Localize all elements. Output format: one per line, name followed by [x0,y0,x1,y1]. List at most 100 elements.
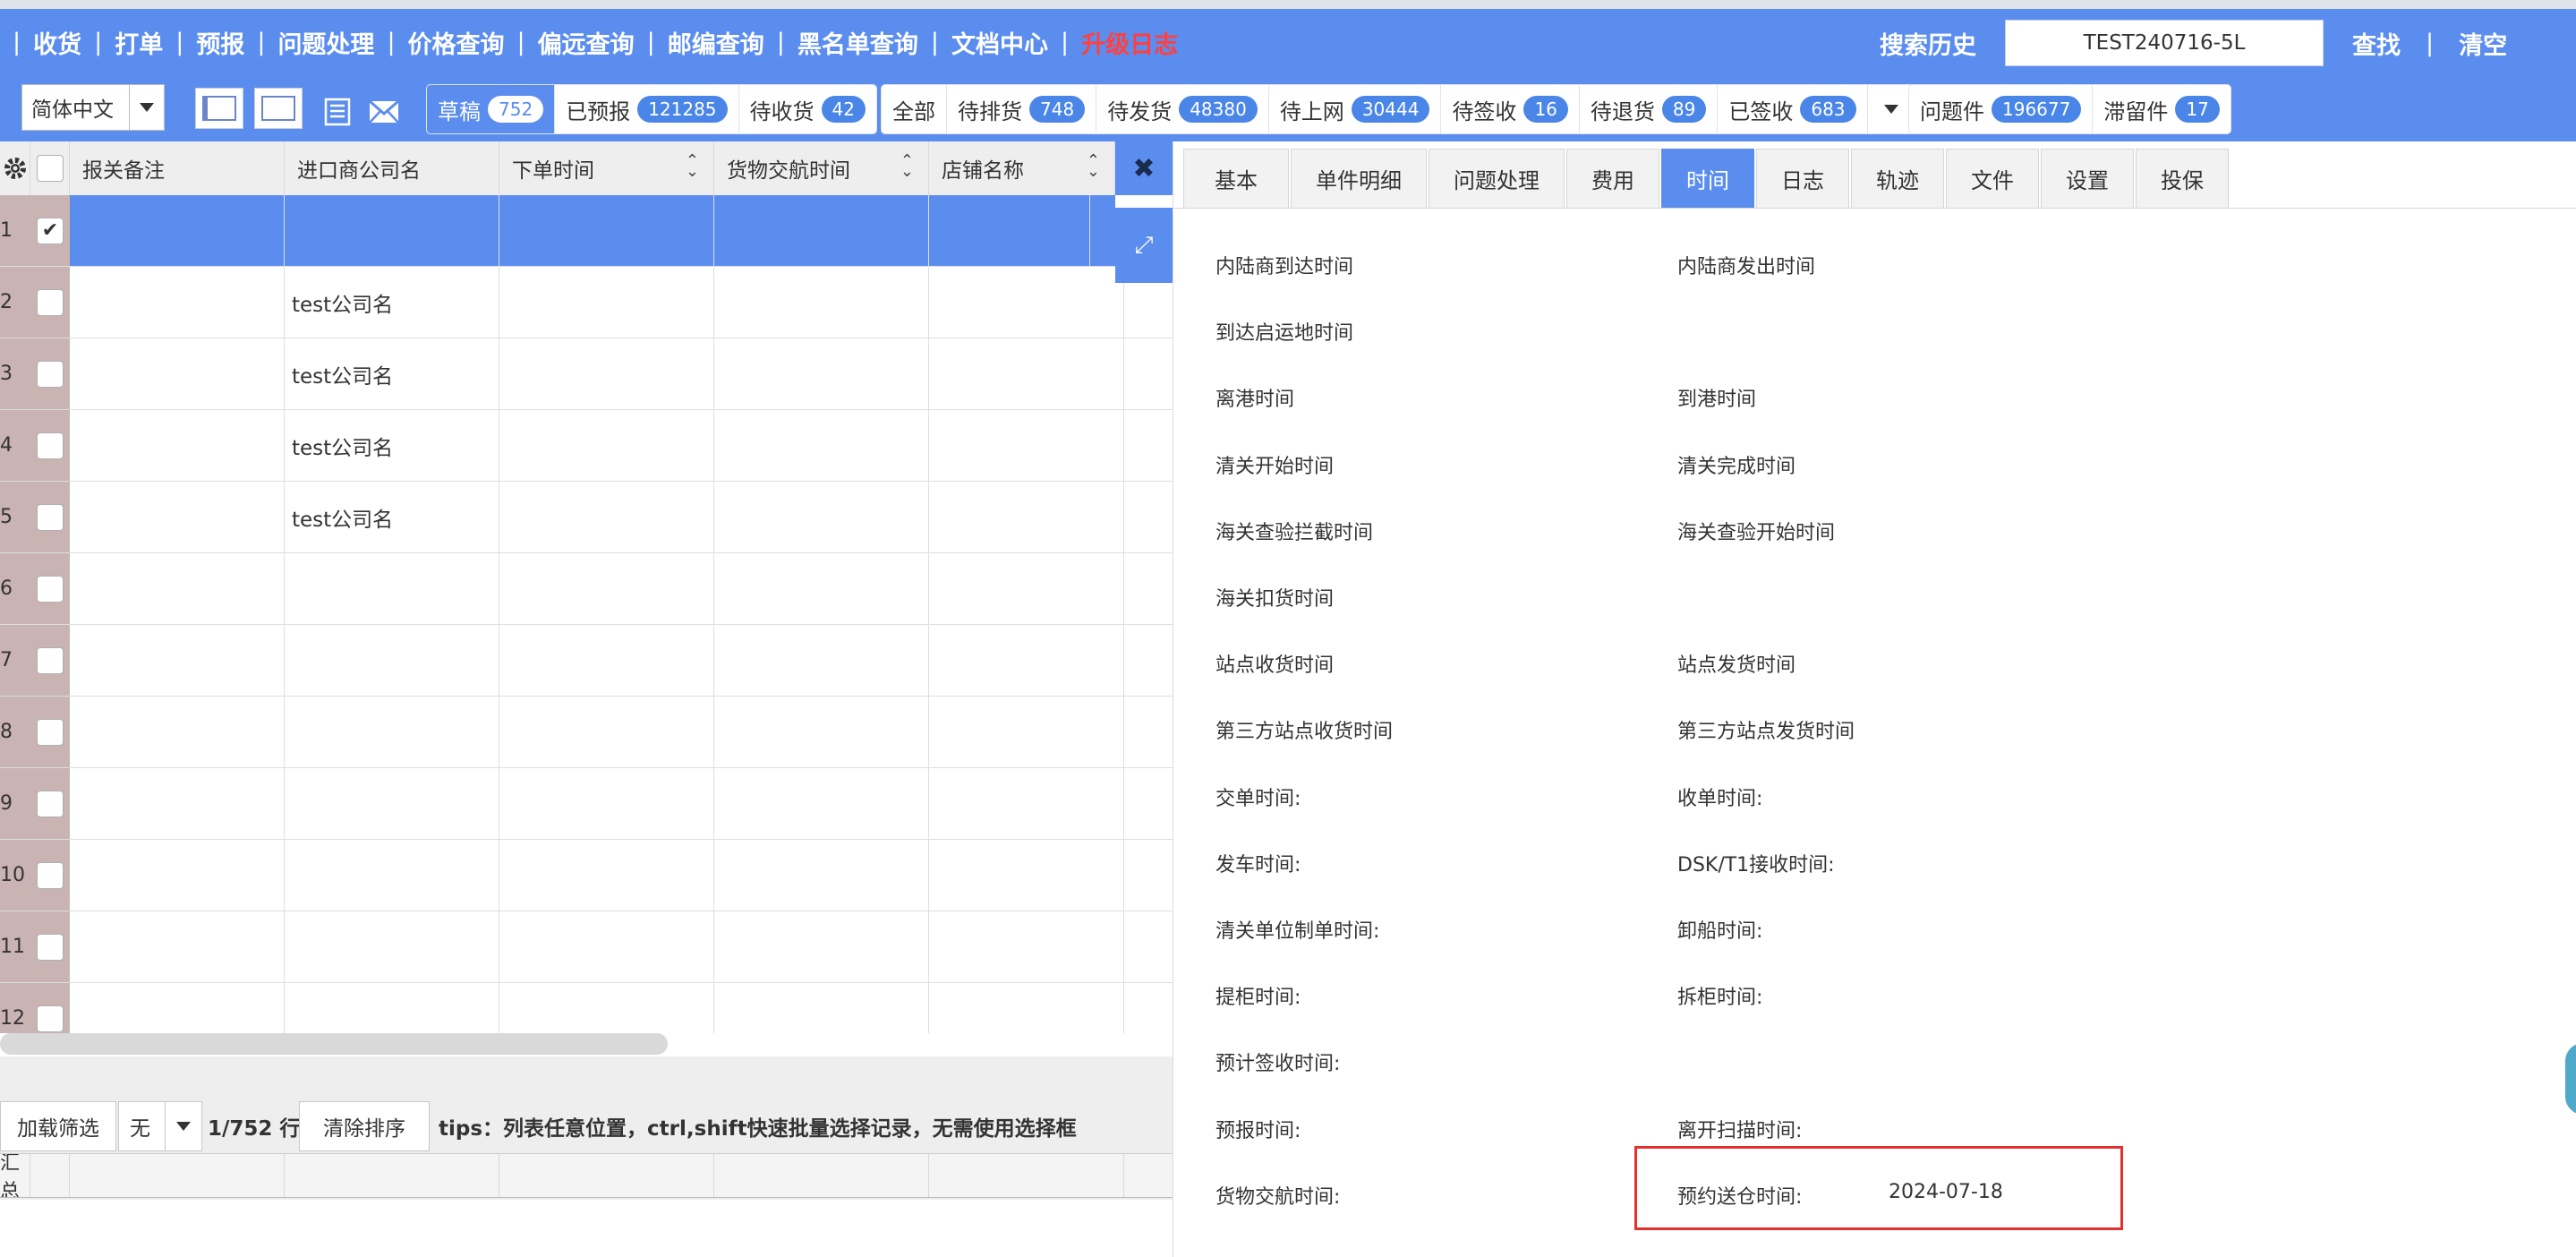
time-field-label: 内陆商到达时间 [1215,256,1354,278]
time-field-label: 站点发货时间 [1677,654,1796,677]
row-checkbox[interactable] [37,861,64,889]
row-checkbox[interactable] [37,933,64,961]
table-cell [929,625,1124,696]
expand-icon[interactable]: ⤢ [1115,208,1173,283]
table-row[interactable]: 12 [0,983,1173,1033]
summary-cell [70,1154,285,1197]
tab-3[interactable]: 费用 [1566,149,1659,208]
table-cell [70,983,285,1033]
status-label: 待退货 [1590,98,1655,124]
table-row[interactable]: 7 [0,625,1173,697]
table-cell [70,840,285,911]
row-checkbox[interactable] [37,360,64,388]
table-cell [70,410,285,481]
time-field-label: 收单时间: [1677,788,1763,810]
row-checkbox[interactable] [37,288,64,316]
horizontal-scrollbar[interactable] [0,1033,668,1055]
table-row[interactable]: 10 [0,840,1173,911]
shipment-status-tab[interactable]: 已签收 683 [1718,85,1868,133]
row-number: 11 [0,911,30,982]
table-cell [70,625,285,696]
filter-select[interactable]: 无 [118,1101,202,1151]
table-row[interactable]: 5 test公司名 [0,482,1173,553]
row-number: 9 [0,768,30,839]
row-number: 3 [0,338,30,409]
clear-sort-button[interactable]: 清除排序 [299,1101,430,1151]
count-badge: 16 [1523,96,1568,123]
table-cell [499,768,714,839]
shipment-status-tab[interactable]: 待退货 89 [1580,85,1719,133]
time-field-label: 离港时间 [1215,389,1295,411]
time-field-label: 海关扣货时间 [1215,588,1335,611]
table-cell [499,697,714,767]
tab-5[interactable]: 日志 [1756,149,1849,208]
table-row[interactable]: 3 test公司名 [0,338,1173,410]
table-cell [929,840,1124,911]
row-checkbox[interactable] [37,575,64,603]
row-number: 2 [0,267,30,338]
row-checkbox[interactable] [37,1005,64,1032]
tab-7[interactable]: 文件 [1946,149,2039,208]
table-row[interactable]: 2 test公司名 [0,267,1173,338]
problem-status-group: 问题件 196677 滞留件 17 [1908,84,2231,134]
table-cell [929,410,1124,481]
tab-2[interactable]: 问题处理 [1429,149,1565,208]
problem-status-tab[interactable]: 滞留件 17 [2093,85,2230,133]
table-cell [714,267,929,338]
count-badge: 17 [2175,96,2220,123]
find-button[interactable]: 查找 [2352,26,2401,61]
table-row[interactable]: 8 [0,697,1173,768]
row-select-cell: ✔ [30,195,70,266]
search-input[interactable] [2005,20,2324,66]
shipment-status-tab[interactable]: 待签收 16 [1441,85,1580,133]
time-field-label: 清关开始时间 [1215,456,1335,478]
table-cell [70,768,285,839]
tab-9[interactable]: 投保 [2136,149,2229,208]
row-number: 6 [0,553,30,624]
row-select-cell [30,983,70,1033]
table-row[interactable]: 11 [0,911,1173,983]
row-checkbox[interactable] [37,432,64,459]
tab-0[interactable]: 基本 [1183,149,1289,208]
clear-button[interactable]: 清空 [2459,26,2507,61]
table-cell [285,553,499,624]
floating-help-button[interactable] [2565,1043,2576,1115]
table-cell [714,482,929,552]
table-row[interactable]: 1 ✔ [0,195,1115,267]
row-select-cell [30,267,70,338]
status-label: 滞留件 [2103,98,2169,124]
table-cell [285,768,499,839]
shipment-status-tab[interactable]: 待上网 30444 [1269,85,1442,133]
summary-cell [30,1154,70,1197]
row-checkbox[interactable] [37,790,64,817]
table-cell: test公司名 [285,410,499,481]
load-filter-button[interactable]: 加载筛选 [0,1101,116,1151]
more-status-dropdown[interactable] [1868,85,1915,133]
search-history-link[interactable]: 搜索历史 [1880,26,1976,61]
tab-4[interactable]: 时间 [1661,149,1754,208]
row-select-cell [30,697,70,767]
row-number: 4 [0,410,30,481]
table-cell [929,195,1090,266]
row-select-cell [30,840,70,911]
time-field-label: 卸船时间: [1677,920,1763,943]
table-row[interactable]: 9 [0,768,1173,840]
time-field-label: 海关查验拦截时间 [1215,522,1374,544]
row-checkbox[interactable] [37,718,64,746]
table-cell [714,697,929,767]
row-checkbox[interactable] [37,503,64,531]
tab-1[interactable]: 单件明细 [1291,149,1427,208]
row-checkbox[interactable]: ✔ [37,217,64,244]
table-cell [714,195,929,266]
problem-status-tab[interactable]: 问题件 196677 [1909,85,2094,133]
row-select-cell [30,553,70,624]
table-cell [714,983,929,1033]
grid-body: 1 ✔ 2 test公司名 3 test公司名 4 test公司名 5 test公司名 6 7 8 9 10… [0,0,1173,1033]
row-checkbox[interactable] [37,646,64,674]
status-label: 问题件 [1920,98,1984,124]
table-row[interactable]: 6 [0,553,1173,625]
tab-8[interactable]: 设置 [2041,149,2134,208]
tab-6[interactable]: 轨迹 [1851,149,1944,208]
table-cell [929,768,1124,839]
table-row[interactable]: 4 test公司名 [0,410,1173,482]
